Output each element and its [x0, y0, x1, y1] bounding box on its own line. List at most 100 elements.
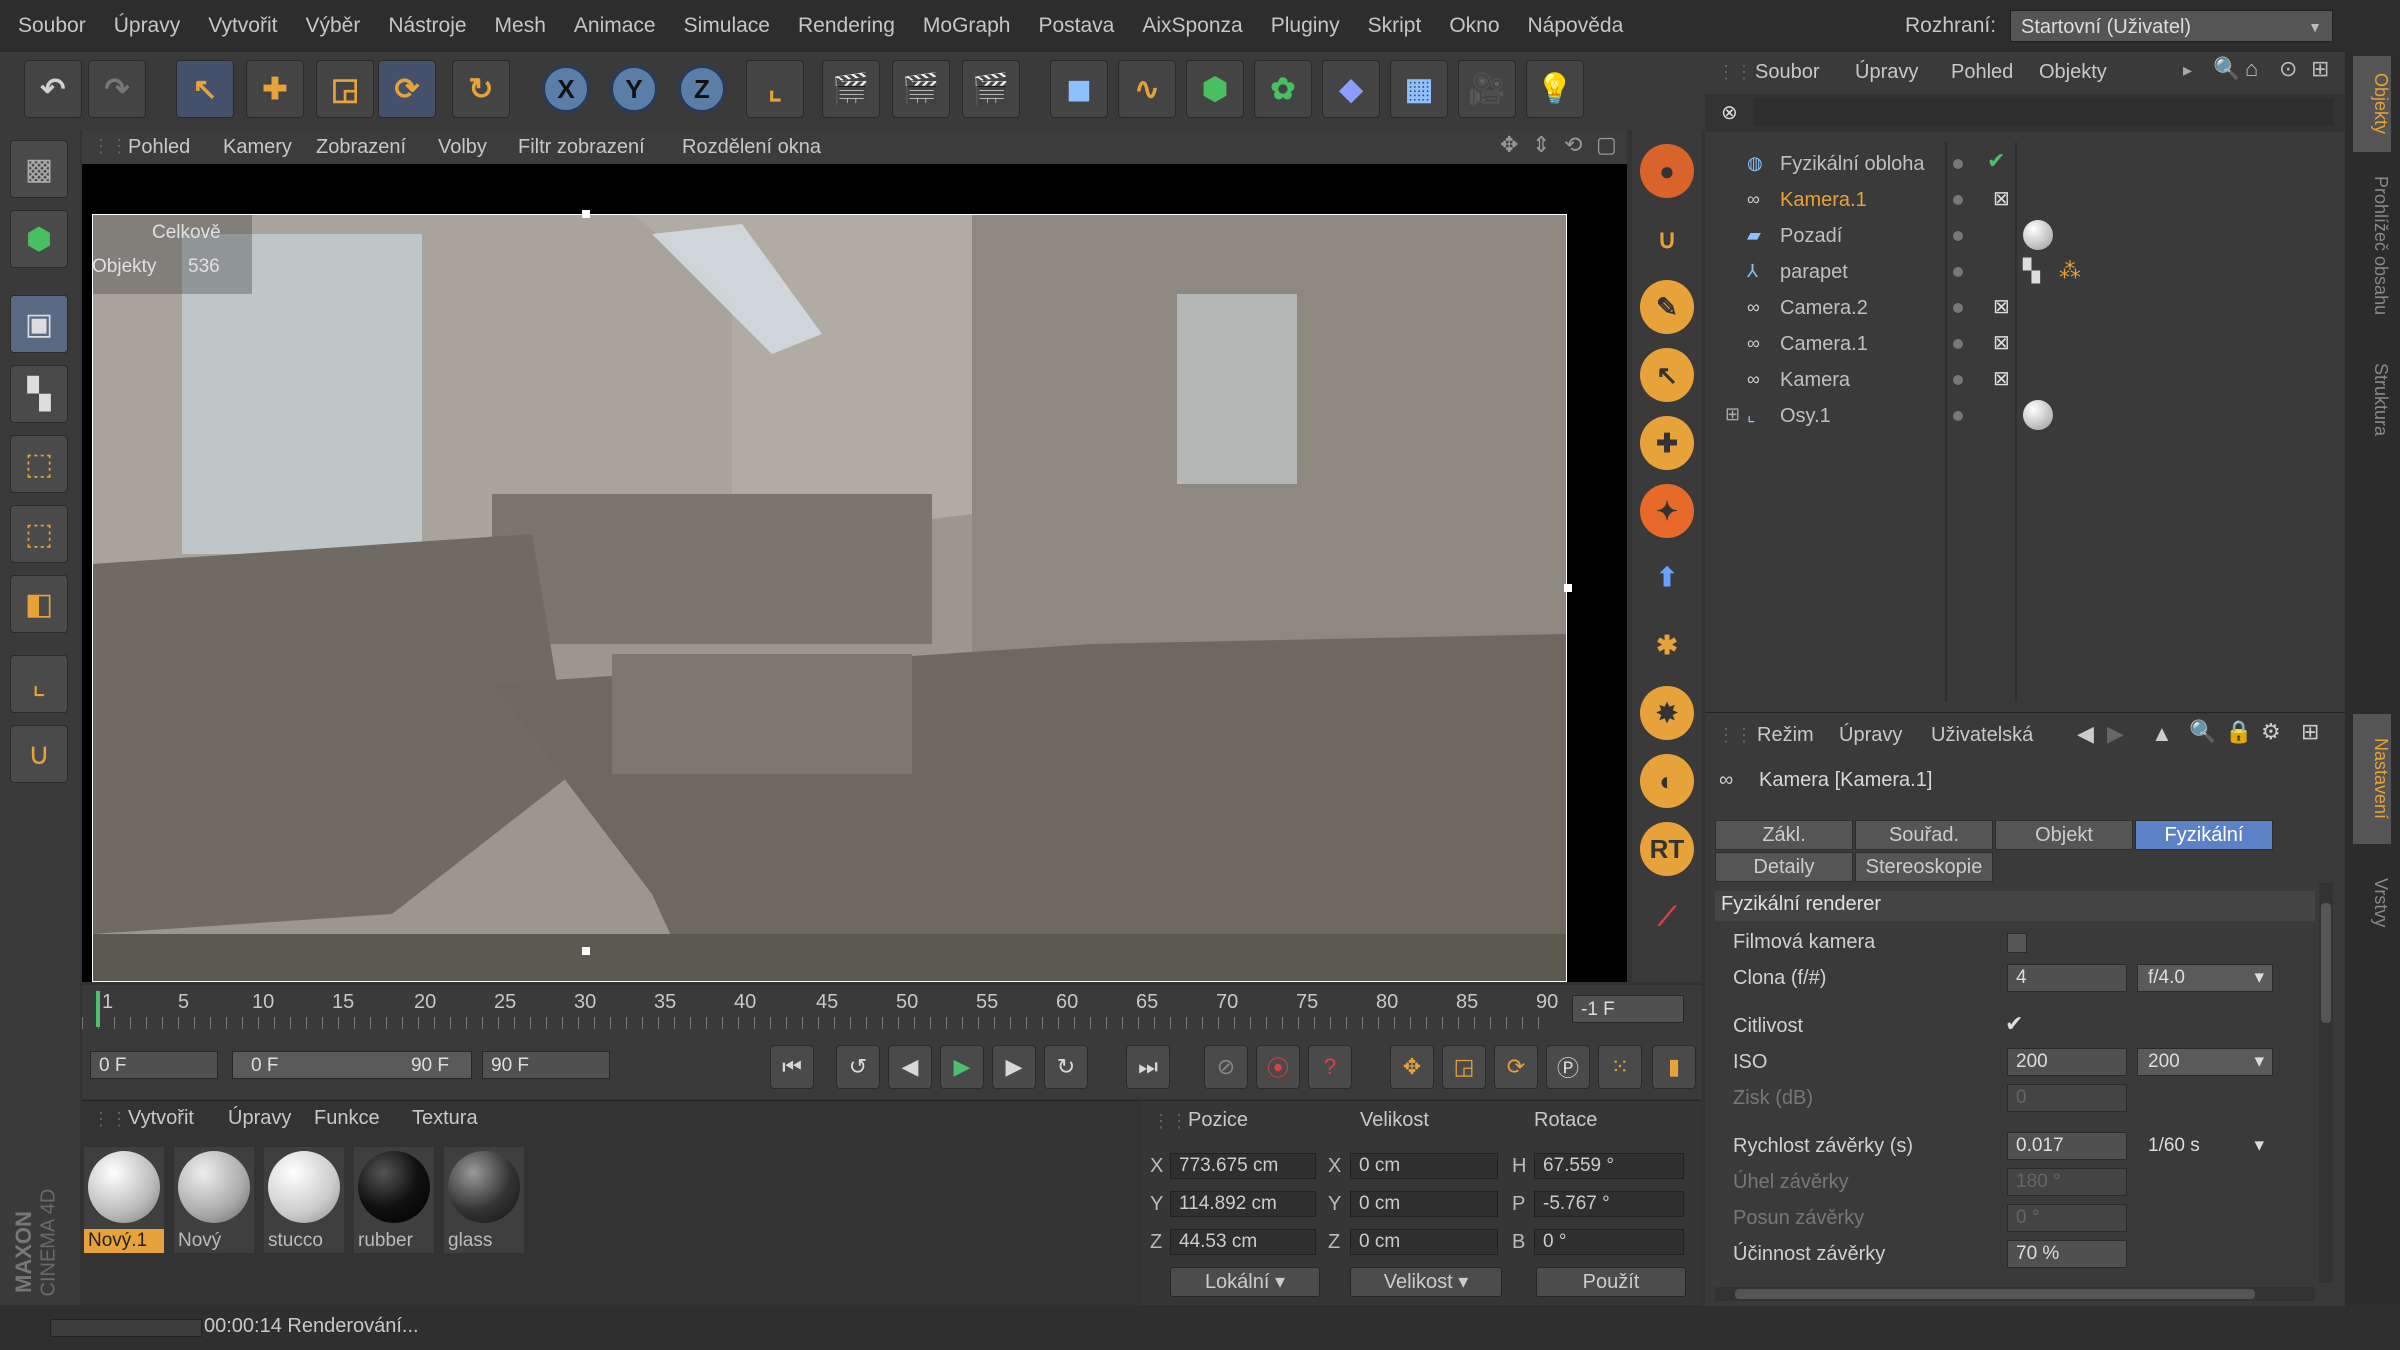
zoom-view-icon[interactable]: ⇕ — [1532, 132, 1550, 158]
home-icon[interactable]: ⌂ — [2245, 56, 2258, 82]
rt-render-button[interactable]: RT — [1640, 822, 1694, 876]
frame-range-slider[interactable]: 0 F 90 F — [232, 1051, 472, 1079]
polygon-mode-button[interactable]: ◧ — [10, 575, 68, 633]
material-swatch[interactable]: Nový — [174, 1147, 254, 1253]
visibility-dot[interactable] — [1953, 159, 1963, 169]
render-region-button[interactable]: ● — [1640, 144, 1694, 198]
object-menu-soubor[interactable]: Soubor — [1755, 52, 1820, 92]
object-menu-upravy[interactable]: Úpravy — [1855, 52, 1918, 92]
pos-y-field[interactable]: 114.892 cm — [1170, 1191, 1316, 1217]
menu-item-napoveda[interactable]: Nápověda — [1514, 0, 1638, 52]
shutter-efficiency-field[interactable]: 70 % — [2007, 1240, 2127, 1268]
tab-objekt[interactable]: Objekt — [1995, 820, 2133, 850]
apply-button[interactable]: Použít — [1536, 1267, 1686, 1297]
model-mode-button[interactable]: ⬢ — [10, 210, 68, 268]
material-swatch[interactable]: stucco — [264, 1147, 344, 1253]
scrollbar-thumb[interactable] — [2321, 903, 2331, 1023]
cube-button[interactable]: ◼ — [1050, 60, 1108, 118]
live-selection-button[interactable]: ↖ — [176, 60, 234, 118]
texture-mode-button[interactable]: ▚ — [10, 365, 68, 423]
recent-tool-button[interactable]: ↻ — [452, 60, 510, 118]
key-pla-button[interactable]: ⁙ — [1598, 1045, 1642, 1089]
material-menu-vytvorit[interactable]: Vytvořit — [128, 1107, 194, 1130]
key-position-button[interactable]: ✥ — [1390, 1045, 1434, 1089]
target-tag-icon[interactable]: ⊠ — [1993, 186, 2010, 211]
material-swatch[interactable]: Nový.1 — [84, 1147, 164, 1253]
object-row[interactable]: ∞ Camera.2 ⊠ — [1725, 290, 2325, 326]
menu-item-aixsponza[interactable]: AixSponza — [1128, 0, 1256, 52]
rot-p-field[interactable]: -5.767 ° — [1534, 1191, 1684, 1217]
size-mode-select[interactable]: Velikost ▾ — [1350, 1267, 1502, 1297]
render-picture-viewer-button[interactable]: 🎬 — [892, 60, 950, 118]
rotate-tool-button[interactable]: ⟳ — [378, 60, 436, 118]
object-row[interactable]: ▰ Pozadí — [1725, 218, 2325, 254]
key-rotation-button[interactable]: ⟳ — [1494, 1045, 1538, 1089]
y-axis-lock-button[interactable]: Y — [610, 65, 658, 113]
menu-item-postava[interactable]: Postava — [1024, 0, 1128, 52]
move-tool-button[interactable]: ✚ — [246, 60, 304, 118]
material-menu-upravy[interactable]: Úpravy — [228, 1107, 291, 1130]
object-row[interactable]: ∞ Camera.1 ⊠ — [1725, 326, 2325, 362]
tab-sourad[interactable]: Souřad. — [1855, 820, 1993, 850]
brush-tool-button[interactable]: ✎ — [1640, 280, 1694, 334]
select-tool-button[interactable]: ↖ — [1640, 348, 1694, 402]
timeline-ruler[interactable]: 1 5 10 15 20 25 30 35 40 45 50 55 60 65 … — [82, 985, 1702, 1033]
shutter-speed-field[interactable]: 0.017 — [2007, 1132, 2127, 1160]
start-frame-field[interactable]: 0 F — [90, 1051, 218, 1079]
record-button[interactable]: ⦿ — [1256, 1045, 1300, 1089]
menu-item-simulace[interactable]: Simulace — [670, 0, 784, 52]
frame-handle-top[interactable] — [582, 210, 590, 218]
object-row[interactable]: ∞ Kamera.1 ⊠ — [1725, 182, 2325, 218]
light-button[interactable]: 💡 — [1526, 60, 1584, 118]
key-parameter-button[interactable]: Ⓟ — [1546, 1045, 1590, 1089]
object-row[interactable]: ⅄ parapet ▚ ⁂ — [1725, 254, 2325, 290]
key-scale-button[interactable]: ◲ — [1442, 1045, 1486, 1089]
object-row[interactable]: ⊞ ⌞ Osy.1 — [1725, 398, 2325, 434]
attribute-h-scrollbar[interactable] — [1715, 1287, 2315, 1301]
menu-item-upravy[interactable]: Úpravy — [100, 0, 195, 52]
rot-b-field[interactable]: 0 ° — [1534, 1229, 1684, 1255]
current-frame-field[interactable]: -1 F — [1572, 995, 1684, 1023]
end-frame-field[interactable]: 90 F — [482, 1051, 610, 1079]
material-tag-icon[interactable] — [2023, 220, 2053, 250]
viewport-3d[interactable]: Celkově Objekty 536 — [82, 164, 1627, 982]
material-swatch[interactable]: rubber — [354, 1147, 434, 1253]
pos-z-field[interactable]: 44.53 cm — [1170, 1229, 1316, 1255]
visibility-dot[interactable] — [1953, 339, 1963, 349]
rot-h-field[interactable]: 67.559 ° — [1534, 1153, 1684, 1179]
render-settings-button[interactable]: 🎬 — [962, 60, 1020, 118]
shutter-speed-preset-select[interactable]: 1/60 s ▾ — [2137, 1132, 2273, 1160]
target-tag-icon[interactable]: ⊠ — [1993, 294, 2010, 319]
autokey-button[interactable]: ? — [1308, 1045, 1352, 1089]
up-arrow-icon[interactable]: ▲ — [2151, 721, 2173, 747]
menu-item-animace[interactable]: Animace — [560, 0, 670, 52]
axis-mode-button[interactable]: ⌞ — [10, 655, 68, 713]
more-arrow-icon[interactable]: ▸ — [2183, 60, 2192, 81]
iso-field[interactable]: 200 — [2007, 1048, 2127, 1076]
menu-item-vytvorit[interactable]: Vytvořit — [194, 0, 291, 52]
pos-x-field[interactable]: 773.675 cm — [1170, 1153, 1316, 1179]
floor-button[interactable]: ▦ — [1390, 60, 1448, 118]
visibility-dot[interactable] — [1953, 231, 1963, 241]
size-z-field[interactable]: 0 cm — [1350, 1229, 1498, 1255]
visibility-dot[interactable] — [1953, 375, 1963, 385]
menu-item-soubor[interactable]: Soubor — [4, 0, 100, 52]
target-tag-icon[interactable]: ⊠ — [1993, 330, 2010, 355]
maximize-view-icon[interactable]: ▢ — [1596, 132, 1617, 158]
go-to-end-button[interactable]: ⏭ — [1126, 1045, 1170, 1089]
point-mode-button[interactable]: ⬚ — [10, 435, 68, 493]
frame-handle-bottom[interactable] — [582, 947, 590, 955]
rotate-view-icon[interactable]: ⟲ — [1564, 132, 1582, 158]
filter-icon[interactable]: ⚙ — [2261, 719, 2281, 745]
spline-button[interactable]: ∿ — [1118, 60, 1176, 118]
playhead[interactable] — [96, 991, 100, 1027]
undo-button[interactable]: ↶ — [24, 60, 82, 118]
checker-tag-icon[interactable]: ▚ — [2023, 258, 2040, 284]
lock-icon[interactable]: 🔒 — [2225, 719, 2252, 745]
attribute-menu-rezim[interactable]: Režim — [1757, 715, 1814, 755]
visibility-dot[interactable] — [1953, 195, 1963, 205]
checkmark-icon[interactable]: ✔ — [1987, 148, 2005, 174]
object-menu-objekty[interactable]: Objekty — [2039, 52, 2107, 92]
side-tab-objects[interactable]: Objekty — [2353, 56, 2391, 152]
object-row[interactable]: ◍ Fyzikální obloha ✔ — [1725, 146, 2325, 182]
